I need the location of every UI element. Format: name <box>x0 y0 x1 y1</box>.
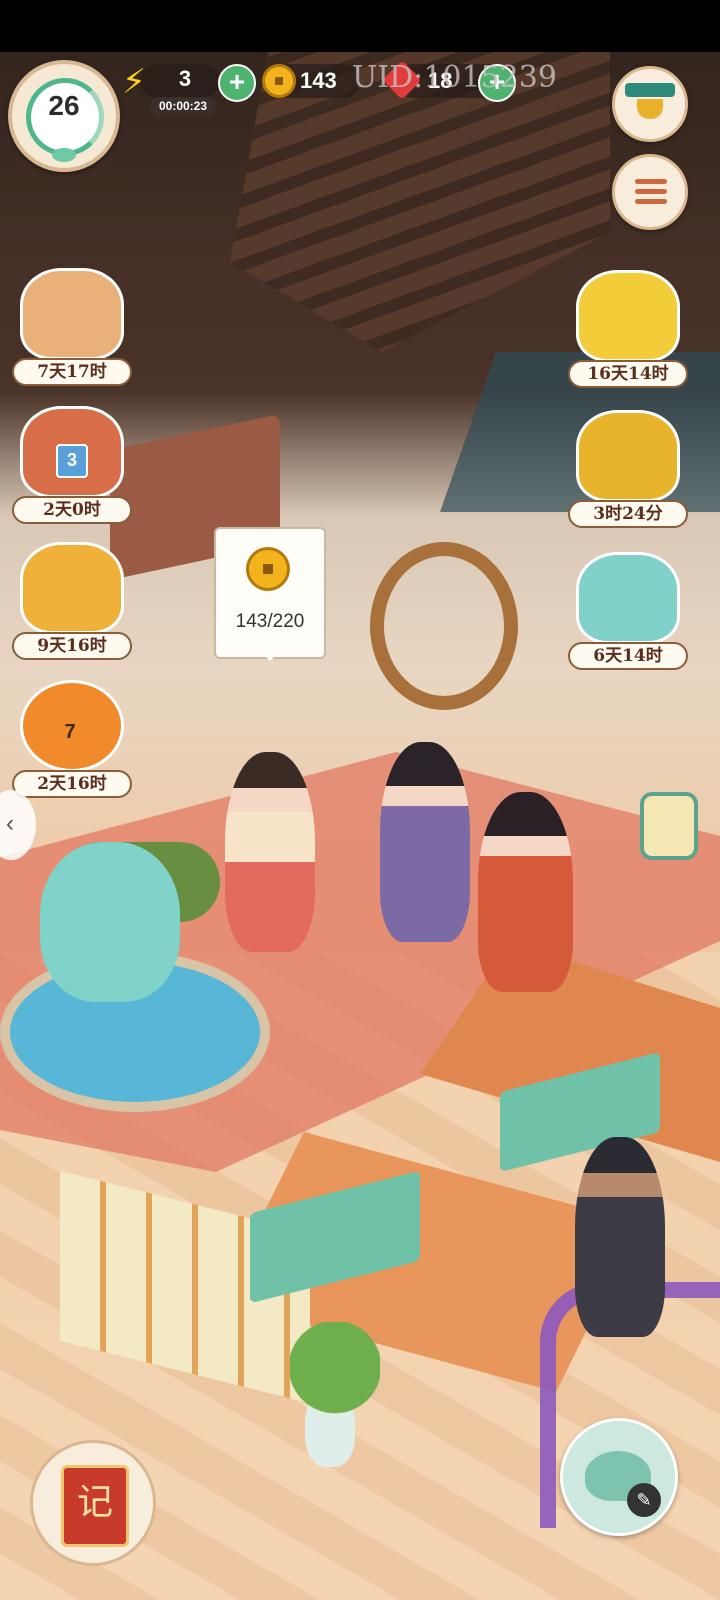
garden-lantern <box>640 792 698 860</box>
chevron-left-icon: ‹ <box>6 810 14 837</box>
jade-cat-statue[interactable] <box>40 842 180 1002</box>
character-lady-pink[interactable] <box>225 752 315 952</box>
uid-watermark: UID:1015239 <box>352 60 557 95</box>
event-timer: 16天14时 <box>568 360 688 388</box>
event-timer: 3时24分 <box>568 500 688 528</box>
coin-icon <box>262 64 296 98</box>
pavilion-roof-icon <box>625 83 675 97</box>
event-timer: 2天16时 <box>12 770 132 798</box>
event-timer: 7天17时 <box>12 358 132 386</box>
book-icon: 记 <box>61 1465 129 1547</box>
player-level: 26 <box>48 90 80 121</box>
event-timer: 9天16时 <box>12 632 132 660</box>
shop-button[interactable] <box>612 66 688 142</box>
event-count-badge: 7 <box>64 721 76 743</box>
menu-icon-line <box>635 199 667 204</box>
energy-timer: 00:00:23 <box>150 97 216 115</box>
lightning-icon: ⚡ <box>122 63 146 101</box>
event-count-badge: 3 <box>56 444 88 478</box>
coin-icon <box>246 547 290 591</box>
coin-count: 143 <box>300 68 337 93</box>
event-chrysanthemum[interactable]: 16天14时 <box>568 270 688 390</box>
chrysanthemum-icon <box>576 270 680 362</box>
status-bar <box>0 0 720 52</box>
event-scroll[interactable]: 7天17时 <box>12 268 132 388</box>
menu-button[interactable] <box>612 154 688 230</box>
event-pumpkin[interactable]: 7 2天16时 <box>12 680 132 800</box>
energy-count: 3 <box>178 66 192 91</box>
event-chest[interactable]: 3 2天0时 <box>12 406 132 526</box>
event-timer: 6天14时 <box>568 642 688 670</box>
event-gold-box[interactable]: 3时24分 <box>568 410 688 530</box>
scroll-icon <box>20 268 124 360</box>
coin-progress-text: 143/220 <box>235 611 305 632</box>
gift-box-icon <box>576 552 680 644</box>
treasure-pot-icon <box>637 99 663 119</box>
spinning-wheel[interactable] <box>370 542 518 710</box>
event-gift-box[interactable]: 6天14时 <box>568 552 688 672</box>
menu-icon-line <box>635 189 667 194</box>
coin-collect-bubble[interactable]: 143/220 <box>214 527 326 661</box>
character-scholar-purple[interactable] <box>380 742 470 942</box>
journal-button[interactable]: 记 <box>30 1440 156 1566</box>
event-wheat[interactable]: 9天16时 <box>12 542 132 662</box>
teahouse-edit-button[interactable]: ✎ <box>560 1418 678 1536</box>
event-timer: 2天0时 <box>12 496 132 524</box>
gold-box-icon <box>576 410 680 502</box>
player-level-badge[interactable]: 26 <box>8 60 120 172</box>
edit-icon: ✎ <box>627 1483 661 1517</box>
potted-plant <box>290 1322 380 1472</box>
leaf-icon <box>52 148 76 162</box>
character-servant-dark[interactable] <box>575 1137 665 1337</box>
menu-icon <box>635 179 667 184</box>
character-lady-red[interactable] <box>478 792 573 992</box>
wheat-icon <box>20 542 124 634</box>
add-energy-button[interactable]: + <box>218 64 256 102</box>
